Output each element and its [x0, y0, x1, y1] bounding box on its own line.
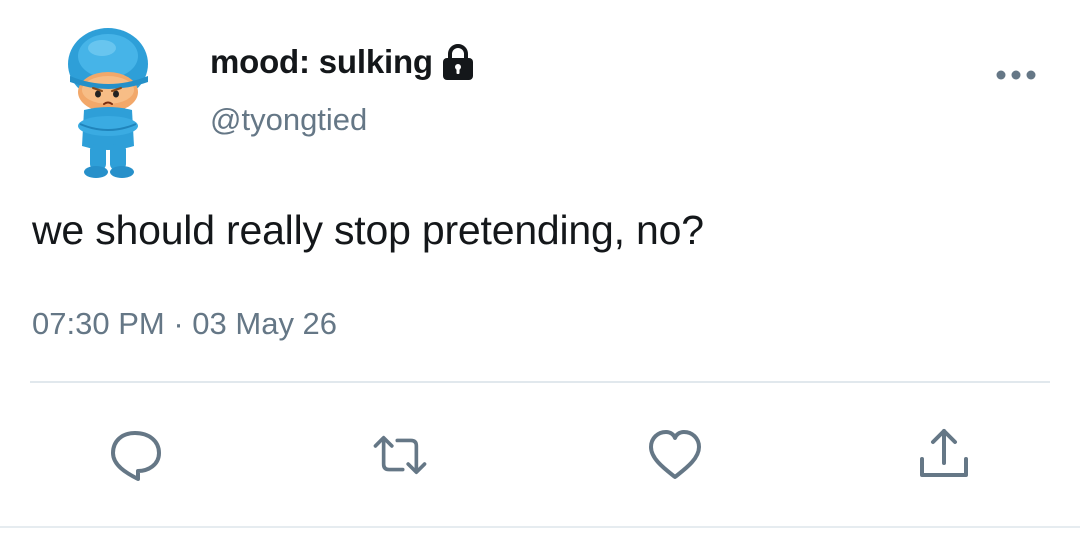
retweet-button[interactable]: [370, 425, 430, 485]
tweet-card: mood: sulking @tyongtied we should reall…: [0, 0, 1080, 546]
tweet-timestamp[interactable]: 07:30 PM · 03 May 26: [32, 304, 337, 344]
display-name[interactable]: mood: sulking: [210, 40, 433, 84]
share-button[interactable]: [914, 425, 974, 485]
tweet-time: 07:30 PM: [32, 306, 165, 341]
bottom-divider: [0, 526, 1080, 528]
tweet-date: 03 May 26: [192, 306, 338, 341]
reply-icon: [111, 431, 161, 481]
timestamp-separator: ·: [173, 306, 184, 341]
user-handle[interactable]: @tyongtied: [210, 100, 367, 140]
reply-button[interactable]: [106, 425, 166, 485]
share-icon: [920, 429, 968, 477]
more-options-icon[interactable]: [994, 62, 1038, 88]
tweet-text: we should really stop pretending, no?: [32, 207, 704, 253]
heart-icon: [649, 430, 701, 479]
avatar[interactable]: [62, 26, 158, 182]
divider: [30, 381, 1050, 383]
display-name-row[interactable]: mood: sulking: [210, 40, 477, 84]
avatar-image: [68, 28, 148, 178]
lock-icon: [439, 42, 477, 82]
retweet-icon: [373, 435, 427, 475]
like-button[interactable]: [645, 425, 705, 485]
